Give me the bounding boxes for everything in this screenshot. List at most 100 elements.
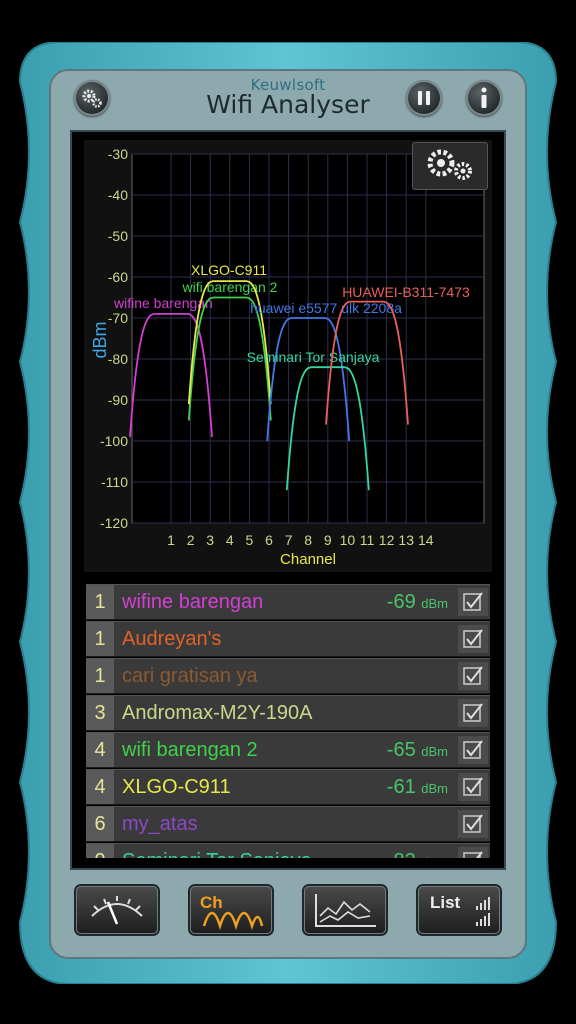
signal-meter-icon bbox=[91, 896, 143, 925]
series-label: wifine barengan bbox=[113, 295, 213, 311]
network-channel: 1 bbox=[86, 659, 114, 693]
x-tick-label: 2 bbox=[187, 532, 195, 548]
checkbox-icon bbox=[463, 703, 483, 722]
network-channel: 3 bbox=[86, 696, 114, 730]
signal-value: -61 bbox=[386, 776, 422, 798]
series-label: XLGO-C911 bbox=[191, 262, 267, 278]
network-row[interactable]: 9 Seminari Tor Sanjaya -82 dBm bbox=[86, 843, 490, 858]
x-tick-label: 5 bbox=[246, 532, 254, 548]
y-tick-label: -100 bbox=[100, 433, 128, 449]
x-tick-label: 6 bbox=[265, 532, 273, 548]
network-checkbox[interactable] bbox=[458, 699, 488, 727]
y-tick-label: -120 bbox=[100, 515, 128, 531]
network-name: cari gratisan ya bbox=[122, 665, 258, 687]
network-channel: 4 bbox=[86, 770, 114, 804]
y-tick-label: -30 bbox=[108, 146, 128, 162]
channel-view-button[interactable]: Ch bbox=[190, 886, 272, 934]
signal-value: -82 bbox=[387, 850, 421, 858]
network-name: wifine barengan bbox=[122, 591, 264, 613]
network-channel: 1 bbox=[86, 585, 114, 619]
network-checkbox[interactable] bbox=[458, 736, 488, 764]
checkbox-icon bbox=[463, 814, 483, 833]
x-tick-label: 12 bbox=[379, 532, 395, 548]
x-tick-label: 7 bbox=[285, 532, 293, 548]
network-row[interactable]: 1 cari gratisan ya bbox=[86, 658, 490, 694]
signal-unit: dBm bbox=[421, 855, 448, 858]
network-name: Seminari Tor Sanjaya bbox=[122, 844, 312, 858]
x-tick-label: 14 bbox=[418, 532, 434, 548]
x-tick-label: 9 bbox=[324, 532, 332, 548]
x-tick-label: 3 bbox=[206, 532, 214, 548]
network-name: Andromax-M2Y-190A bbox=[122, 702, 313, 724]
x-tick-label: 13 bbox=[398, 532, 414, 548]
y-axis-label: dBm bbox=[90, 321, 110, 358]
network-name: my_atas bbox=[122, 813, 198, 835]
y-tick-label: -40 bbox=[108, 187, 128, 203]
gears-icon bbox=[427, 149, 472, 180]
network-name: wifi barengan 2 bbox=[122, 739, 258, 761]
network-checkbox[interactable] bbox=[458, 810, 488, 838]
network-signal: -82 dBm bbox=[387, 844, 448, 858]
y-tick-label: -80 bbox=[108, 351, 128, 367]
checkbox-icon bbox=[463, 666, 483, 685]
checkbox-icon bbox=[463, 740, 483, 759]
list-button-label: List bbox=[430, 893, 461, 912]
chart-svg: -30 -40 -50 -60 -70 -80 -90 -100 -110 -120 1 2 3 4 5 6 7… bbox=[90, 146, 485, 568]
channel-button-label: Ch bbox=[200, 893, 223, 912]
time-graph-icon bbox=[315, 894, 376, 927]
settings-button[interactable] bbox=[74, 80, 110, 116]
network-name: XLGO-C911 bbox=[122, 776, 231, 798]
network-checkbox[interactable] bbox=[458, 847, 488, 858]
checkbox-icon bbox=[463, 592, 483, 611]
signal-value: -69 bbox=[386, 591, 422, 613]
channel-chart: -30 -40 -50 -60 -70 -80 -90 -100 -110 -120 1 2 3 4 5 6 7… bbox=[84, 140, 492, 572]
channel-graph-icon: Ch bbox=[200, 893, 264, 931]
network-row[interactable]: 6 my_atas bbox=[86, 806, 490, 842]
info-icon bbox=[481, 87, 487, 108]
list-view-button[interactable]: List bbox=[418, 886, 500, 934]
network-row[interactable]: 1 wifine barengan -69 dBm bbox=[86, 584, 490, 620]
network-channel: 1 bbox=[86, 622, 114, 656]
network-name: Audreyan's bbox=[122, 628, 222, 650]
network-row[interactable]: 4 wifi barengan 2 -65 dBm bbox=[86, 732, 490, 768]
x-axis-label: Channel bbox=[280, 551, 336, 568]
x-tick-label: 4 bbox=[226, 532, 234, 548]
time-graph-button[interactable] bbox=[304, 886, 386, 934]
network-checkbox[interactable] bbox=[458, 662, 488, 690]
network-checkbox[interactable] bbox=[458, 588, 488, 616]
network-channel: 9 bbox=[86, 844, 114, 858]
x-tick-label: 10 bbox=[340, 532, 356, 548]
list-bars-icon: List bbox=[430, 893, 490, 926]
y-tick-label: -50 bbox=[108, 228, 128, 244]
meter-view-button[interactable] bbox=[76, 886, 158, 934]
x-tick-label: 11 bbox=[360, 532, 375, 548]
pause-button[interactable] bbox=[406, 80, 442, 116]
network-row[interactable]: 1 Audreyan's bbox=[86, 621, 490, 657]
network-checkbox[interactable] bbox=[458, 625, 488, 653]
gears-icon bbox=[82, 89, 102, 108]
signal-unit: dBm bbox=[421, 744, 448, 759]
network-list[interactable]: 1 wifine barengan -69 dBm 1 Audreyan's 1 cari … bbox=[86, 584, 490, 858]
checkbox-icon bbox=[463, 629, 483, 648]
y-tick-label: -70 bbox=[108, 310, 128, 326]
pause-icon bbox=[418, 91, 430, 105]
series-label: HUAWEI-B311-7473 bbox=[342, 284, 470, 300]
network-signal: -65 dBm bbox=[387, 733, 448, 769]
network-channel: 6 bbox=[86, 807, 114, 841]
checkbox-icon bbox=[463, 777, 483, 796]
y-tick-label: -60 bbox=[108, 269, 128, 285]
checkbox-icon bbox=[463, 851, 483, 858]
network-checkbox[interactable] bbox=[458, 773, 488, 801]
signal-unit: dBm bbox=[421, 781, 448, 796]
info-button[interactable] bbox=[466, 80, 502, 116]
network-row[interactable]: 3 Andromax-M2Y-190A bbox=[86, 695, 490, 731]
network-row[interactable]: 4 XLGO-C911 -61 dBm bbox=[86, 769, 490, 805]
series-label: Seminari Tor Sanjaya bbox=[247, 349, 380, 365]
y-tick-label: -110 bbox=[101, 474, 128, 490]
chart-settings-button[interactable] bbox=[412, 142, 488, 190]
signal-value: -65 bbox=[386, 739, 422, 761]
network-channel: 4 bbox=[86, 733, 114, 767]
network-signal: -61 dBm bbox=[387, 770, 448, 806]
signal-unit: dBm bbox=[421, 596, 448, 611]
y-tick-label: -90 bbox=[108, 392, 128, 408]
